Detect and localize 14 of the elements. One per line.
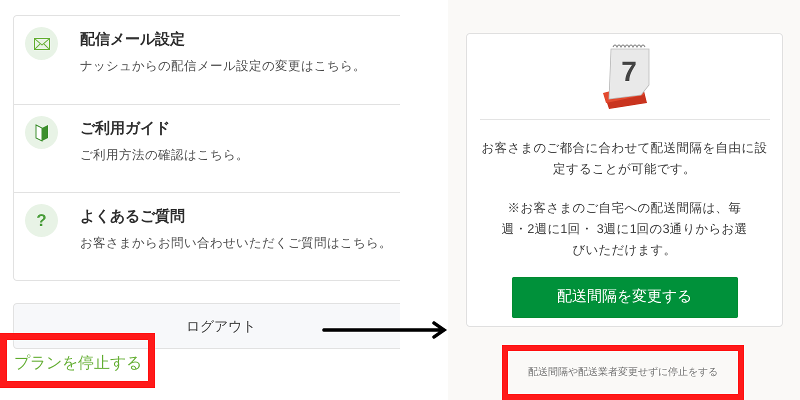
- change-interval-button[interactable]: 配送間隔を変更する: [512, 277, 738, 318]
- beginner-mark-icon: [34, 124, 48, 142]
- menu-item-description: ご利用方法の確認はこちら。: [80, 147, 249, 164]
- question-mark-icon: ?: [36, 208, 47, 234]
- menu-item-title[interactable]: よくあるご質問: [80, 207, 392, 227]
- stop-without-change-link[interactable]: 配送間隔や配送業者変更せずに停止をする: [528, 364, 718, 380]
- menu-item-description: お客さまからお問い合わせいただくご質問はこちら。: [80, 235, 392, 252]
- mail-icon: [34, 38, 50, 50]
- menu-item-title[interactable]: 配信メール設定: [80, 30, 366, 50]
- menu-item-title[interactable]: ご利用ガイド: [80, 119, 249, 139]
- description-text: お客さまのご都合に合わせて配送間隔を自由に設定することが可能です。: [480, 140, 768, 178]
- logout-button[interactable]: ログアウト: [13, 303, 400, 349]
- note-text: ※お客さまのご自宅への配送間隔は、毎週・2週に1回・ 3週に1回の3通りからお選びいただけます。: [500, 200, 749, 259]
- menu-item-description: ナッシュからの配信メール設定の変更はこちら。: [80, 58, 366, 75]
